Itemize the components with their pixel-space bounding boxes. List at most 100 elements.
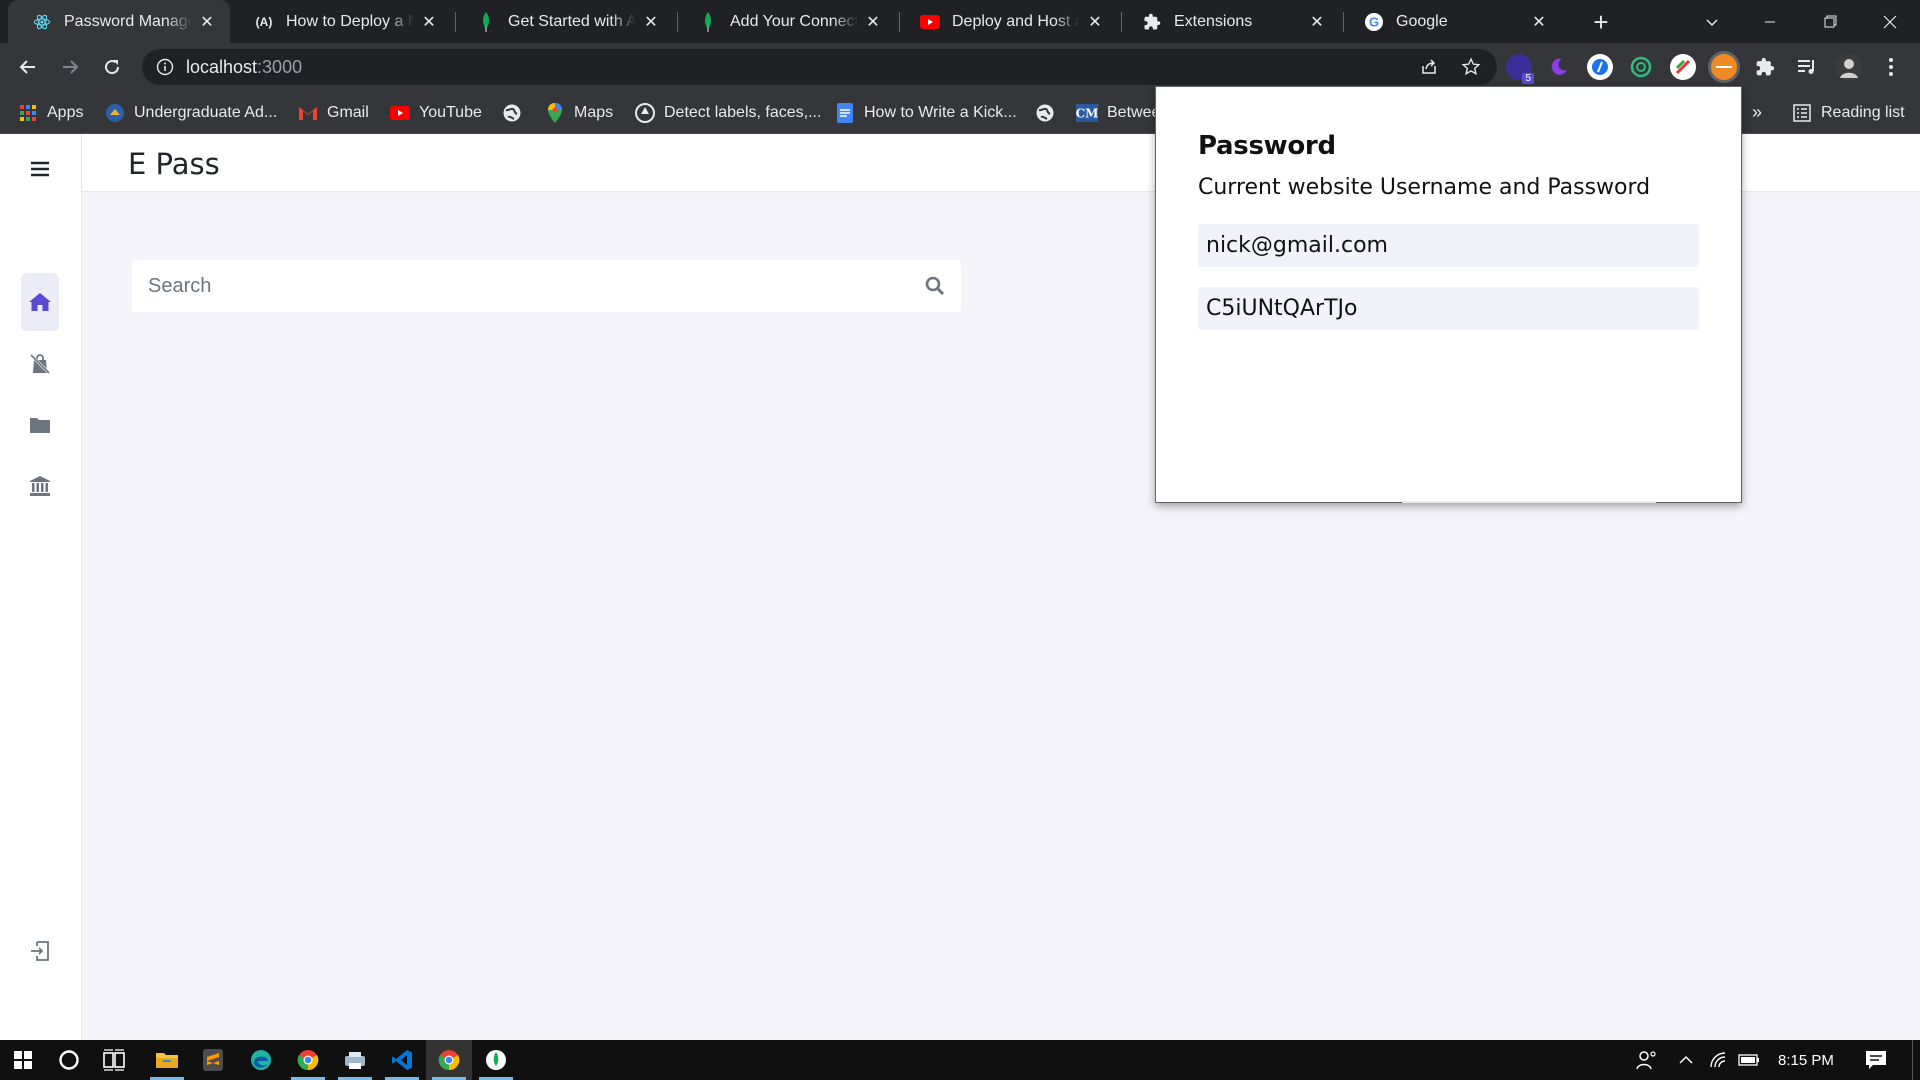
search-input[interactable] <box>132 260 909 312</box>
mongodb-leaf-icon <box>486 1050 506 1070</box>
logout-icon <box>31 941 49 961</box>
tab-title: Google <box>1396 12 1448 30</box>
info-icon[interactable] <box>156 58 174 76</box>
puzzle-icon[interactable] <box>1752 54 1778 80</box>
google-icon: G <box>1364 12 1384 32</box>
more-bookmarks-button[interactable]: » <box>1752 91 1762 134</box>
tab-add-connection[interactable]: Add Your Connection ✕ <box>674 0 896 43</box>
address-bar[interactable]: localhost:3000 <box>142 49 1497 85</box>
bookmark-undergraduate[interactable]: Undergraduate Ad... <box>105 91 277 134</box>
close-icon[interactable]: ✕ <box>864 13 882 31</box>
chrome-button-active[interactable] <box>426 1040 472 1080</box>
forward-button[interactable] <box>55 52 85 82</box>
close-icon[interactable]: ✕ <box>198 13 216 31</box>
battery-icon[interactable] <box>1738 1040 1760 1080</box>
close-icon[interactable]: ✕ <box>1086 13 1104 31</box>
show-desktop-button[interactable] <box>1912 1040 1913 1080</box>
restore-button[interactable] <box>1800 0 1860 43</box>
sidebar-item-bank[interactable] <box>21 460 59 512</box>
hamburger-icon <box>31 161 49 177</box>
reload-button[interactable] <box>97 52 127 82</box>
close-icon[interactable]: ✕ <box>642 13 660 31</box>
bookmark-globe[interactable] <box>502 91 531 134</box>
back-button[interactable] <box>13 52 43 82</box>
extension-badge-icon[interactable]: 5 <box>1506 54 1534 84</box>
chevron-down-icon <box>1706 18 1718 26</box>
puzzle-icon <box>1142 12 1162 32</box>
bookmark-gmail[interactable]: Gmail <box>298 91 369 134</box>
password-field[interactable] <box>1198 287 1699 330</box>
tab-deploy-host[interactable]: Deploy and Host a F ✕ <box>896 0 1118 43</box>
windows-logo-icon <box>14 1051 32 1069</box>
new-tab-button[interactable]: + <box>1586 7 1616 37</box>
clock-time[interactable]: 8:15 PM <box>1778 1040 1834 1080</box>
mongodb-compass-button[interactable] <box>473 1040 519 1080</box>
popup-subtitle: Current website Username and Password <box>1198 175 1651 200</box>
bookmark-maps[interactable]: Maps <box>545 91 613 134</box>
tab-password-manager[interactable]: Password Manager ✕ <box>8 0 230 43</box>
color-picker-extension-icon[interactable] <box>1670 54 1696 80</box>
close-icon[interactable]: ✕ <box>1308 13 1326 31</box>
sublime-text-button[interactable] <box>190 1040 236 1080</box>
close-icon <box>1883 15 1897 28</box>
bookmark-between[interactable]: CM Betwee <box>1076 91 1160 134</box>
reading-list-label: Reading list <box>1821 103 1905 121</box>
vscode-button[interactable] <box>379 1040 425 1080</box>
planet-extension-icon[interactable] <box>1711 54 1737 80</box>
target-extension-icon[interactable] <box>1628 54 1654 80</box>
reading-list-button[interactable]: Reading list <box>1792 91 1905 134</box>
close-icon[interactable]: ✕ <box>1530 13 1548 31</box>
logout-button[interactable] <box>21 925 59 977</box>
bookmark-kickass[interactable]: How to Write a Kick... <box>835 91 1017 134</box>
edge-button[interactable] <box>238 1040 284 1080</box>
minimize-button[interactable] <box>1740 0 1800 43</box>
bookmark-apps[interactable]: Apps <box>18 91 83 134</box>
tab-extensions[interactable]: Extensions ✕ <box>1118 0 1340 43</box>
username-field[interactable] <box>1198 224 1699 267</box>
arrow-right-icon <box>63 60 79 74</box>
cortana-button[interactable] <box>46 1040 92 1080</box>
restore-icon <box>1824 15 1836 28</box>
wifi-icon[interactable] <box>1709 1040 1729 1080</box>
sublime-icon <box>203 1049 223 1071</box>
media-control-icon[interactable] <box>1794 54 1820 80</box>
moon-icon[interactable] <box>1546 54 1572 80</box>
analytics-vidhya-icon: (A) <box>255 14 273 29</box>
close-icon[interactable]: ✕ <box>420 13 438 31</box>
file-explorer-button[interactable] <box>144 1040 190 1080</box>
start-button[interactable] <box>0 1040 46 1080</box>
printer-app-button[interactable] <box>332 1040 378 1080</box>
bookmark-youtube[interactable]: YouTube <box>390 91 482 134</box>
kebab-menu-icon[interactable] <box>1878 54 1904 80</box>
task-view-button[interactable] <box>92 1040 138 1080</box>
window-close-button[interactable] <box>1860 0 1920 43</box>
bookmark-detect-labels[interactable]: Detect labels, faces,... <box>635 91 821 134</box>
chrome-button[interactable] <box>285 1040 331 1080</box>
bookmark-label: Undergraduate Ad... <box>134 103 278 121</box>
sidebar-item-folder[interactable] <box>21 399 59 451</box>
share-icon[interactable] <box>1419 57 1439 77</box>
people-icon[interactable] <box>1636 1040 1658 1080</box>
apps-grid-icon <box>18 103 38 123</box>
sidebar-item-no-bag[interactable] <box>21 338 59 390</box>
home-icon <box>29 293 51 311</box>
url-text[interactable]: localhost:3000 <box>186 57 302 78</box>
search-icon[interactable] <box>909 260 961 312</box>
bookmark-label: Apps <box>47 103 84 121</box>
mongodb-leaf-icon <box>476 11 496 32</box>
tab-google[interactable]: G Google ✕ <box>1340 0 1562 43</box>
tab-deploy-ml[interactable]: (A) How to Deploy a ML ✕ <box>230 0 452 43</box>
sidebar-item-home[interactable] <box>21 273 59 331</box>
notifications-icon[interactable] <box>1865 1040 1887 1080</box>
star-icon[interactable] <box>1461 57 1481 77</box>
hamburger-menu-button[interactable] <box>21 143 59 195</box>
tab-search-button[interactable] <box>1682 0 1742 43</box>
chevron-up-icon[interactable] <box>1678 1040 1694 1080</box>
tab-atlas[interactable]: Get Started with Atlas ✕ <box>452 0 674 43</box>
bookmark-globe-2[interactable] <box>1035 91 1064 134</box>
compass-extension-icon[interactable] <box>1587 54 1613 80</box>
svg-text:CM: CM <box>1076 106 1098 120</box>
brand-title: E Pass <box>128 147 220 181</box>
avatar[interactable] <box>1836 54 1862 80</box>
vscode-icon <box>392 1050 412 1070</box>
